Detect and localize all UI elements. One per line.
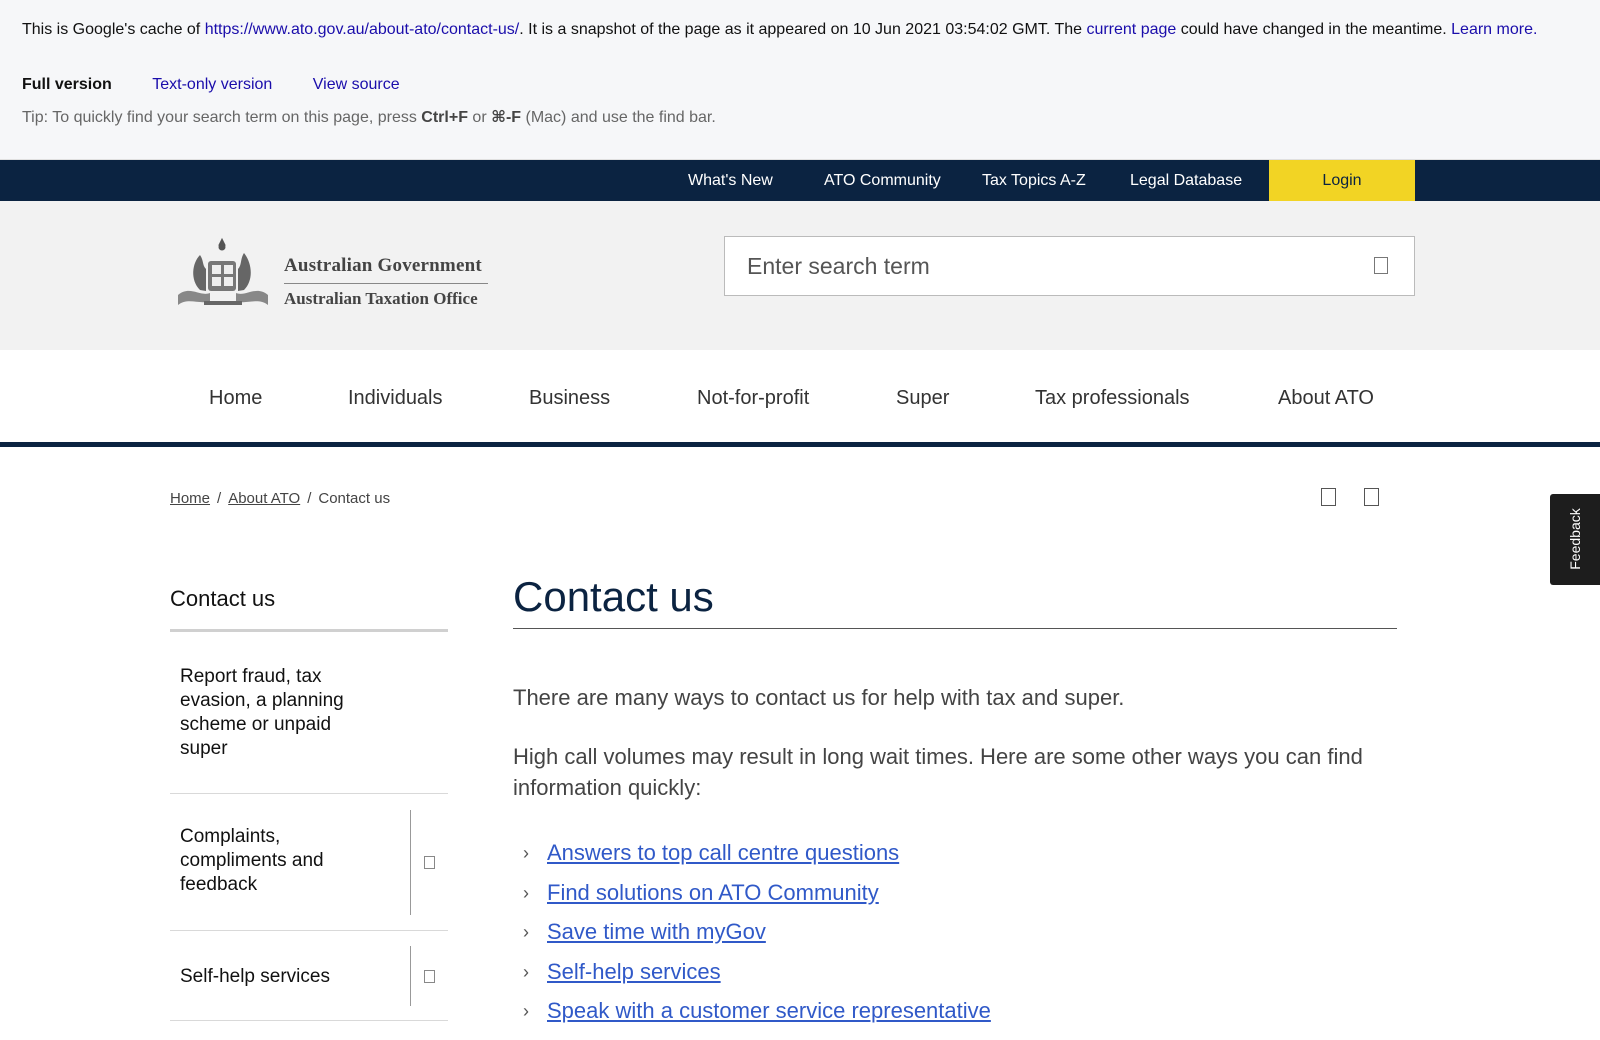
wait-times-paragraph: High call volumes may result in long wai… xyxy=(513,744,1363,800)
chevron-right-icon: › xyxy=(523,882,529,903)
side-item-label: Self-help services xyxy=(180,966,330,987)
list-item: › Self-help services xyxy=(523,957,991,997)
current-page-link[interactable]: current page xyxy=(1086,21,1176,38)
util-link-ato-community[interactable]: ATO Community xyxy=(824,160,941,201)
view-source-link[interactable]: View source xyxy=(313,76,400,94)
feedback-label: Feedback xyxy=(1567,508,1583,570)
quick-links-list: › Answers to top call centre questions › F… xyxy=(523,838,991,1036)
title-rule xyxy=(513,628,1397,629)
side-item-divider xyxy=(410,946,411,1006)
nav-item-super[interactable]: Super xyxy=(896,387,949,410)
tip-shortcut: Ctrl+F xyxy=(421,109,468,126)
breadcrumb-about-link[interactable]: About ATO xyxy=(228,490,300,507)
main-navigation: Home Individuals Business Not-for-profit… xyxy=(0,350,1600,447)
tip-text: or xyxy=(467,109,492,126)
logo-divider xyxy=(284,283,488,284)
login-button[interactable]: Login xyxy=(1269,160,1415,201)
link-mygov[interactable]: Save time with myGov xyxy=(547,919,766,944)
breadcrumb: Home / About ATO / Contact us xyxy=(170,490,390,507)
util-link-legal-database[interactable]: Legal Database xyxy=(1130,160,1242,201)
list-item: › Answers to top call centre questions xyxy=(523,838,991,878)
print-icon[interactable] xyxy=(1321,488,1336,506)
full-version-label: Full version xyxy=(22,76,112,93)
link-ato-community[interactable]: Find solutions on ATO Community xyxy=(547,880,879,905)
logo-line-ato: Australian Taxation Office xyxy=(284,289,478,308)
cache-notice-text: could have changed in the meantime. xyxy=(1176,21,1452,38)
learn-more-link[interactable]: Learn more. xyxy=(1451,21,1537,38)
cached-url-link[interactable]: https://www.ato.gov.au/about-ato/contact… xyxy=(205,21,520,38)
expand-icon[interactable] xyxy=(424,856,435,869)
side-item-label: Report fraud, tax evasion, a planning sc… xyxy=(180,666,344,759)
share-icon[interactable] xyxy=(1364,488,1379,506)
tip-shortcut: ⌘-F xyxy=(491,109,522,126)
page-title: Contact us xyxy=(513,573,714,620)
side-item-self-help[interactable]: Self-help services xyxy=(170,931,448,1021)
side-item-report-fraud[interactable]: Report fraud, tax evasion, a planning sc… xyxy=(170,632,448,794)
feedback-tab[interactable]: Feedback xyxy=(1550,494,1600,585)
cache-tip: Tip: To quickly find your search term on… xyxy=(22,107,716,127)
nav-item-tax-professionals[interactable]: Tax professionals xyxy=(1035,387,1190,410)
list-item: › Save time with myGov xyxy=(523,917,991,957)
list-item: › Find solutions on ATO Community xyxy=(523,878,991,918)
cache-version-links: Full version Text-only version View sour… xyxy=(22,76,436,94)
text-only-version-link[interactable]: Text-only version xyxy=(152,76,272,94)
link-speak-representative[interactable]: Speak with a customer service representa… xyxy=(547,998,991,1023)
side-item-complaints[interactable]: Complaints, compliments and feedback xyxy=(170,794,448,931)
nav-item-home[interactable]: Home xyxy=(209,387,262,410)
search-input[interactable] xyxy=(747,237,1347,295)
breadcrumb-home-link[interactable]: Home xyxy=(170,490,210,507)
breadcrumb-separator: / xyxy=(217,490,222,507)
breadcrumb-separator: / xyxy=(307,490,312,507)
nav-item-about-ato[interactable]: About ATO xyxy=(1278,387,1374,410)
coat-of-arms-icon xyxy=(178,237,268,305)
intro-paragraph: There are many ways to contact us for he… xyxy=(513,685,1125,710)
expand-icon[interactable] xyxy=(424,970,435,983)
chevron-right-icon: › xyxy=(523,1001,529,1021)
link-top-questions[interactable]: Answers to top call centre questions xyxy=(547,840,899,865)
list-item: › Speak with a customer service represent… xyxy=(523,996,991,1036)
site-header: Australian Government Australian Taxatio… xyxy=(0,201,1600,350)
search-icon[interactable] xyxy=(1374,257,1388,274)
google-cache-banner: This is Google's cache of https://www.at… xyxy=(0,0,1600,160)
side-item-label: Complaints, compliments and feedback xyxy=(180,826,324,895)
cache-notice-text: This is Google's cache of xyxy=(22,21,205,38)
nav-item-not-for-profit[interactable]: Not-for-profit xyxy=(697,387,809,410)
breadcrumb-current: Contact us xyxy=(318,490,391,507)
side-menu-heading[interactable]: Contact us xyxy=(170,586,275,612)
logo-line-government: Australian Government xyxy=(284,255,482,276)
util-link-whats-new[interactable]: What's New xyxy=(688,160,773,201)
tip-text: Tip: To quickly find your search term on… xyxy=(22,109,422,126)
chevron-right-icon: › xyxy=(523,922,529,942)
tip-text: (Mac) and use the find bar. xyxy=(521,109,716,126)
chevron-right-icon: › xyxy=(523,843,529,863)
utility-bar: What's New ATO Community Tax Topics A-Z … xyxy=(0,160,1600,201)
search-box xyxy=(724,236,1415,296)
cache-notice-text: . It is a snapshot of the page as it app… xyxy=(519,21,1087,38)
side-item-divider xyxy=(410,810,411,915)
util-link-tax-topics[interactable]: Tax Topics A-Z xyxy=(982,160,1086,201)
link-self-help[interactable]: Self-help services xyxy=(547,959,721,984)
chevron-right-icon: › xyxy=(523,961,529,982)
cache-notice: This is Google's cache of https://www.at… xyxy=(22,19,1582,40)
ato-logo[interactable]: Australian Government Australian Taxatio… xyxy=(170,235,490,315)
nav-item-business[interactable]: Business xyxy=(529,387,610,410)
nav-item-individuals[interactable]: Individuals xyxy=(348,387,443,410)
